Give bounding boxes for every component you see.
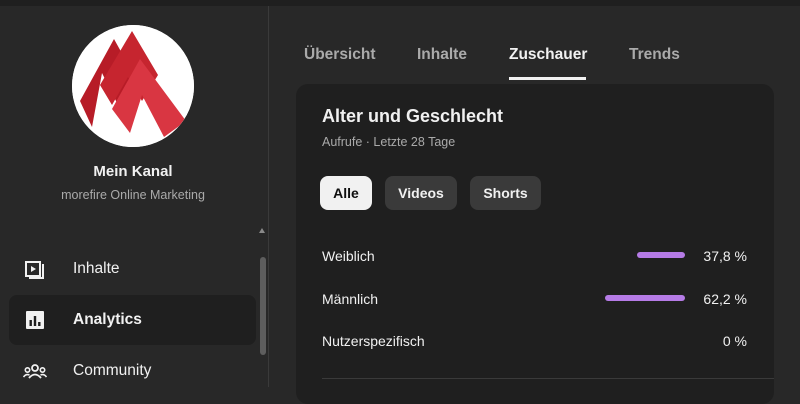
row-label-maennlich: Männlich: [322, 291, 379, 307]
sidebar-item-community[interactable]: Community: [9, 346, 256, 396]
sidebar-item-analytics[interactable]: Analytics: [9, 295, 256, 345]
sidebar-item-label: Analytics: [73, 311, 142, 328]
age-gender-card: [296, 84, 774, 404]
channel-name: Mein Kanal: [93, 163, 173, 180]
active-tab-indicator: [509, 77, 586, 80]
row-value-weiblich: 37,8 %: [703, 248, 747, 264]
card-subtitle: Aufrufe · Letzte 28 Tage: [322, 135, 456, 149]
sidebar-scrollbar[interactable]: [260, 257, 266, 355]
channel-logo-icon: [72, 25, 194, 147]
row-value-maennlich: 62,2 %: [703, 291, 747, 307]
filter-chip-videos[interactable]: Videos: [385, 176, 457, 210]
channel-subtitle: morefire Online Marketing: [61, 188, 205, 202]
sidebar-item-label: Community: [73, 362, 152, 379]
card-title: Alter und Geschlecht: [322, 106, 504, 126]
tab-inhalte[interactable]: Inhalte: [417, 46, 467, 64]
sidebar-divider: [268, 6, 269, 387]
filter-chip-alle[interactable]: Alle: [320, 176, 372, 210]
channel-avatar[interactable]: [72, 25, 194, 147]
analytics-icon: [23, 308, 47, 332]
tab-uebersicht[interactable]: Übersicht: [304, 46, 376, 64]
tab-zuschauer[interactable]: Zuschauer: [509, 46, 587, 64]
filter-chip-shorts[interactable]: Shorts: [470, 176, 541, 210]
card-divider: [322, 378, 774, 379]
bar-maennlich: [605, 295, 685, 301]
video-library-icon: [23, 257, 47, 281]
scroll-up-arrow-icon[interactable]: [259, 228, 265, 233]
tab-trends[interactable]: Trends: [629, 46, 680, 64]
sidebar-item-inhalte[interactable]: Inhalte: [9, 244, 256, 294]
row-label-weiblich: Weiblich: [322, 248, 375, 264]
community-icon: [23, 359, 47, 383]
row-label-nutzerspezifisch: Nutzerspezifisch: [322, 333, 425, 349]
bar-weiblich: [637, 252, 685, 258]
row-value-nutzerspezifisch: 0 %: [722, 333, 747, 349]
sidebar-item-label: Inhalte: [73, 260, 120, 277]
